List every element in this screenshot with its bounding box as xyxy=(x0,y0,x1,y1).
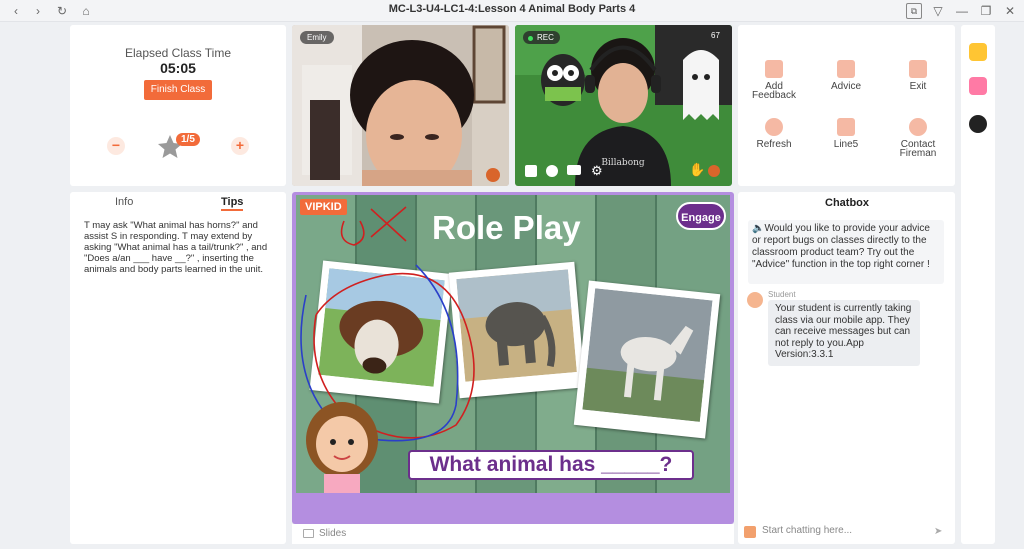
star-reward-badge: 1/5 xyxy=(156,133,204,161)
speaker-icon: 🔈 xyxy=(752,223,765,234)
tab-tips[interactable]: Tips xyxy=(221,196,244,211)
info-tabs: Info Tips xyxy=(70,192,286,211)
advice-notice: 🔈Would you like to provide your advice o… xyxy=(748,220,944,284)
exit-label: Exit xyxy=(909,81,927,92)
camera-toggle-icon[interactable] xyxy=(525,165,537,177)
exit-icon xyxy=(909,60,927,78)
finish-class-button[interactable]: Finish Class xyxy=(144,80,212,100)
maximize-icon[interactable]: ❐ xyxy=(978,3,994,19)
recording-indicator: REC xyxy=(523,31,560,44)
sticker-icon[interactable] xyxy=(969,77,987,95)
line-switch-icon xyxy=(837,118,855,136)
refresh-button[interactable]: Refresh xyxy=(750,118,798,150)
refresh-icon xyxy=(765,118,783,136)
advice-button[interactable]: Advice xyxy=(822,60,870,92)
trophy-icon[interactable] xyxy=(969,115,987,133)
crop-icon[interactable]: ⧉ xyxy=(906,3,922,19)
rec-dot-icon xyxy=(528,36,533,41)
ghost-decoration xyxy=(683,50,719,120)
info-tips-panel: Info Tips T may ask "What animal has hor… xyxy=(70,192,286,544)
close-icon[interactable]: ✕ xyxy=(1002,3,1018,19)
contact-fireman-label: Contact Fireman xyxy=(899,139,937,159)
svg-text:Billabong: Billabong xyxy=(601,158,645,168)
tools-panel: Add Feedback Advice Exit Refresh Line5 C… xyxy=(738,25,955,186)
mic-toggle-icon[interactable] xyxy=(546,165,558,177)
chat-input[interactable]: Start chatting here... xyxy=(762,525,852,536)
reward-icon[interactable] xyxy=(708,165,720,177)
send-icon[interactable]: ➤ xyxy=(934,526,942,537)
window-title: MC-L3-U4-LC1-4:Lesson 4 Animal Body Part… xyxy=(388,3,636,15)
add-feedback-label: Add Feedback xyxy=(752,81,796,101)
lesson-slide: VIPKID Role Play Engage What animal has … xyxy=(296,195,730,493)
thumbs-up-icon[interactable] xyxy=(744,526,756,538)
refresh-label: Refresh xyxy=(756,139,792,150)
line-switch-label: Line5 xyxy=(833,139,859,150)
star-decrease-button[interactable]: − xyxy=(107,137,125,155)
star-increase-button[interactable]: + xyxy=(231,137,249,155)
slides-footer: Slides xyxy=(292,524,734,544)
raise-hand-icon[interactable]: ✋ xyxy=(689,162,705,178)
advice-label: Advice xyxy=(830,81,861,92)
star-count: 1/5 xyxy=(176,133,200,146)
video-toggle-icon[interactable] xyxy=(567,165,581,175)
chatbox-panel: Chatbox 🔈Would you like to provide your … xyxy=(738,192,955,544)
advice-notice-text: Would you like to provide your advice or… xyxy=(752,223,930,270)
slides-icon[interactable] xyxy=(303,529,314,538)
exit-button[interactable]: Exit xyxy=(894,60,942,92)
girl-character xyxy=(306,400,378,493)
right-sidebar xyxy=(961,25,995,544)
tips-text: T may ask "What animal has horns?" and a… xyxy=(84,220,268,275)
owl-decoration xyxy=(541,54,585,106)
contact-fireman-button[interactable]: Contact Fireman xyxy=(894,118,942,159)
elapsed-label: Elapsed Class Time xyxy=(124,46,232,60)
slide-bottom-bar xyxy=(296,495,730,521)
gift-icon[interactable] xyxy=(969,43,987,61)
dropdown-icon[interactable]: ▽ xyxy=(930,3,946,19)
student-avatar xyxy=(747,292,763,308)
rec-label: REC xyxy=(537,33,554,42)
settings-gear-icon[interactable]: ⚙ xyxy=(591,163,603,179)
student-video-frame xyxy=(292,25,509,186)
student-video: Emily xyxy=(292,25,509,186)
line-switch-button[interactable]: Line5 xyxy=(822,118,870,150)
title-bar: ‹ › ↻ ⌂ MC-L3-U4-LC1-4:Lesson 4 Animal B… xyxy=(0,0,1024,22)
chatbox-title: Chatbox xyxy=(825,197,869,209)
class-control-panel: Elapsed Class Time 05:05 Finish Class − … xyxy=(70,25,286,186)
student-label: Student xyxy=(768,290,796,299)
slides-label[interactable]: Slides xyxy=(319,528,346,539)
student-name-tag: Emily xyxy=(300,31,334,44)
elapsed-time: 05:05 xyxy=(160,60,196,76)
add-feedback-icon xyxy=(765,60,783,78)
add-feedback-button[interactable]: Add Feedback xyxy=(750,60,798,101)
student-message: Your student is currently taking class v… xyxy=(768,300,920,366)
minimize-icon[interactable]: — xyxy=(954,3,970,19)
question-box: What animal has _____? xyxy=(408,450,694,480)
girl-character-image xyxy=(306,402,378,493)
signal-strength: 67 xyxy=(711,31,720,40)
advice-icon xyxy=(837,60,855,78)
teacher-video: Billabong REC 67 ⚙ ✋ xyxy=(515,25,732,186)
tab-info[interactable]: Info xyxy=(115,196,133,208)
contact-fireman-icon xyxy=(909,118,927,136)
